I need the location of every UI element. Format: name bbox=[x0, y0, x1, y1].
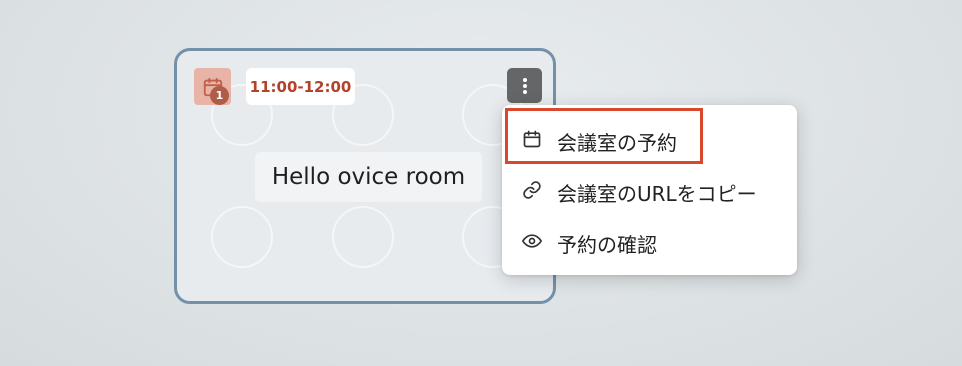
reservation-count-badge: 1 bbox=[210, 86, 229, 105]
menu-item-label: 予約の確認 bbox=[557, 233, 657, 257]
context-menu: 会議室の予約 会議室のURLをコピー 予約の確認 bbox=[502, 105, 797, 275]
menu-item-copy-url[interactable]: 会議室のURLをコピー bbox=[502, 167, 797, 213]
more-vertical-icon bbox=[522, 77, 527, 94]
room-card[interactable]: 1 11:00-12:00 Hello ovice room bbox=[174, 48, 556, 304]
seat-placeholder bbox=[332, 206, 394, 268]
menu-item-label: 会議室の予約 bbox=[557, 131, 677, 155]
reservation-time: 11:00-12:00 bbox=[246, 68, 355, 105]
link-icon bbox=[523, 181, 541, 199]
calendar-icon bbox=[523, 130, 541, 148]
menu-item-view-reservations[interactable]: 予約の確認 bbox=[502, 218, 797, 264]
room-name: Hello ovice room bbox=[255, 152, 482, 202]
seat-placeholder bbox=[211, 206, 273, 268]
menu-item-label: 会議室のURLをコピー bbox=[557, 182, 757, 206]
eye-icon bbox=[522, 234, 542, 248]
more-options-button[interactable] bbox=[507, 68, 542, 103]
menu-item-reserve-room[interactable]: 会議室の予約 bbox=[502, 116, 797, 162]
